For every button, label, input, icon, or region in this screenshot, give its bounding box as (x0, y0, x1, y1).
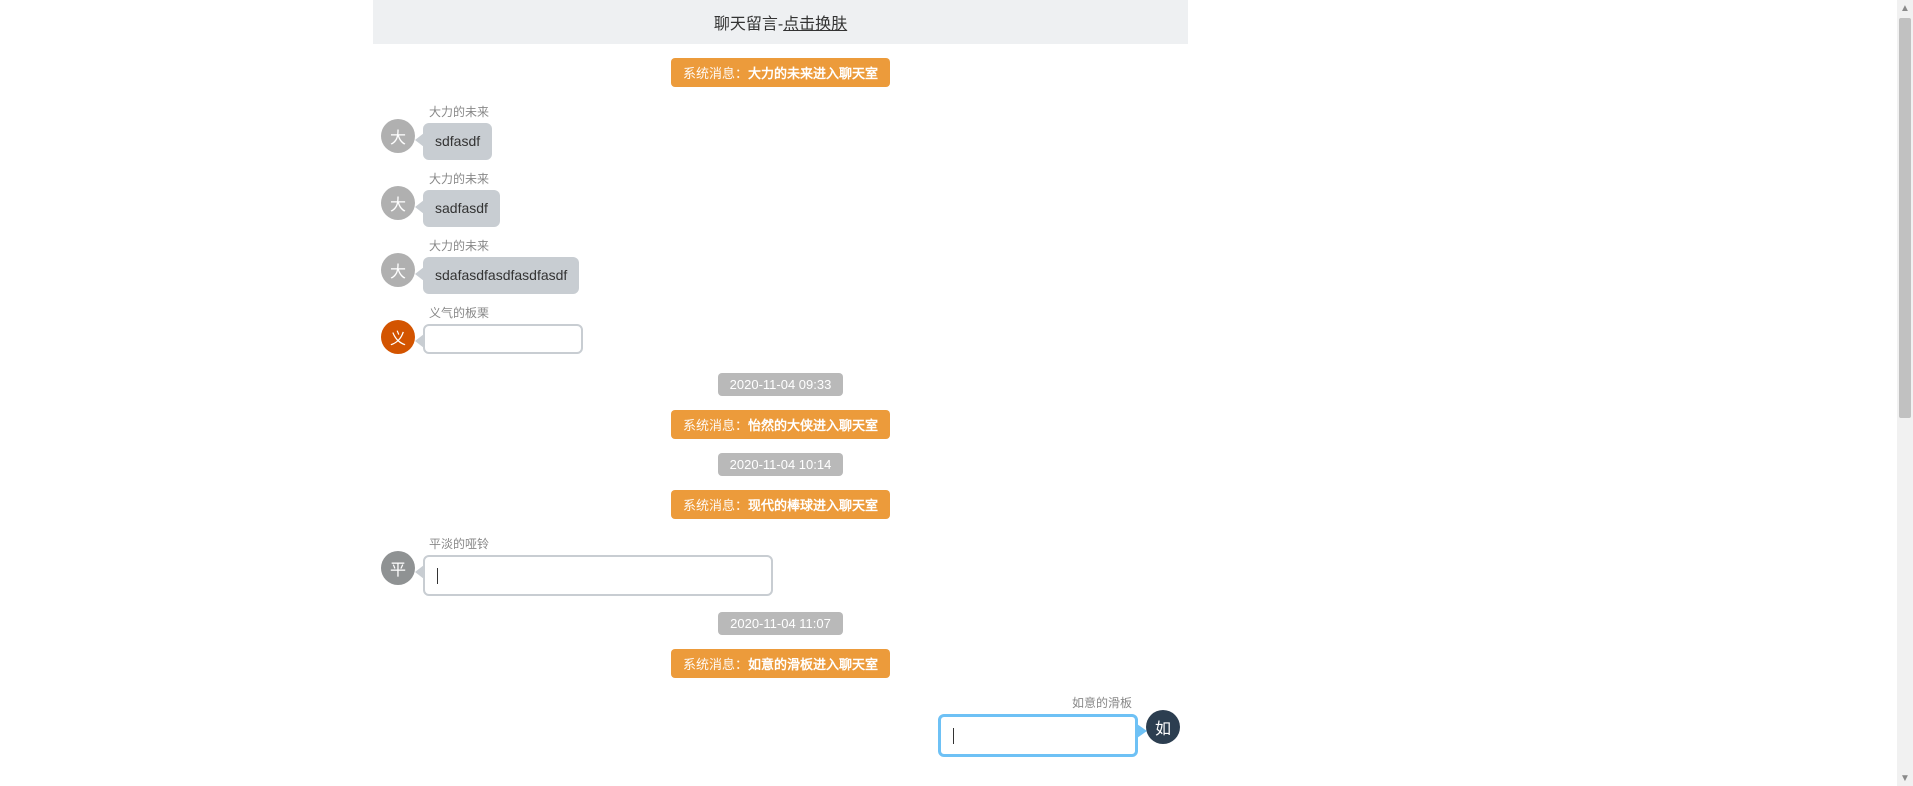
message-username: 平淡的哑铃 (423, 535, 773, 555)
message-row: 大大力的未来 sdafasdfasdfasdfasdf (373, 235, 1188, 296)
theme-switch-link[interactable]: 点击换肤 (783, 16, 847, 33)
message-username: 义气的板栗 (423, 304, 583, 324)
system-message: 系统消息大力的未来进入聊天室 (373, 58, 1188, 87)
message-bubble[interactable]: sdfasdf (423, 123, 492, 160)
message-bubble[interactable] (938, 714, 1138, 757)
page-scrollbar[interactable]: ▲ ▼ (1897, 0, 1913, 786)
avatar[interactable]: 义 (381, 320, 415, 354)
system-message: 系统消息怡然的大侠进入聊天室 (373, 410, 1188, 439)
message-row: 平平淡的哑铃 (373, 533, 1188, 598)
avatar[interactable]: 大 (381, 186, 415, 220)
message-username: 大力的未来 (423, 103, 495, 123)
timestamp: 2020-11-04 10:14 (373, 453, 1188, 476)
message-username: 大力的未来 (423, 237, 579, 257)
scroll-down-icon[interactable]: ▼ (1897, 770, 1913, 786)
timestamp-text: 2020-11-04 11:07 (718, 612, 843, 635)
message-row: 大大力的未来 sadfasdf (373, 168, 1188, 229)
message-bubble[interactable]: sadfasdf (423, 190, 500, 227)
system-message: 系统消息如意的滑板进入聊天室 (373, 649, 1188, 678)
chat-header: 聊天留言-点击换肤 (373, 0, 1188, 44)
avatar[interactable]: 大 (381, 119, 415, 153)
system-text: 现代的棒球进入聊天室 (748, 498, 878, 513)
scroll-up-icon[interactable]: ▲ (1897, 0, 1913, 16)
system-label: 系统消息 (683, 657, 748, 672)
message-row: 如如意的滑板 (373, 692, 1188, 759)
system-text: 如意的滑板进入聊天室 (748, 657, 878, 672)
timestamp: 2020-11-04 11:07 (373, 612, 1188, 635)
scroll-thumb[interactable] (1899, 18, 1911, 418)
message-bubble[interactable] (423, 555, 773, 596)
message-bubble[interactable] (423, 324, 583, 354)
message-row: 义义气的板栗 (373, 302, 1188, 359)
header-title: 聊天留言- (714, 16, 783, 33)
avatar[interactable]: 平 (381, 551, 415, 585)
system-label: 系统消息 (683, 418, 748, 433)
message-username: 如意的滑板 (938, 694, 1138, 714)
system-text: 怡然的大侠进入聊天室 (748, 418, 878, 433)
message-list[interactable]: 系统消息大力的未来进入聊天室大大力的未来sdfasdf大大力的未来sadfasd… (373, 58, 1188, 785)
avatar[interactable]: 大 (381, 253, 415, 287)
message-text: sdafasdfasdfasdfasdf (435, 267, 567, 283)
timestamp-text: 2020-11-04 10:14 (718, 453, 844, 476)
message-bubble[interactable]: sdafasdfasdfasdfasdf (423, 257, 579, 294)
message-username: 大力的未来 (423, 170, 500, 190)
chat-panel: 聊天留言-点击换肤 系统消息大力的未来进入聊天室大大力的未来sdfasdf大大力… (373, 0, 1188, 785)
system-text: 大力的未来进入聊天室 (748, 66, 878, 81)
system-message: 系统消息现代的棒球进入聊天室 (373, 490, 1188, 519)
message-row: 大大力的未来 sdfasdf (373, 101, 1188, 162)
system-label: 系统消息 (683, 66, 748, 81)
system-label: 系统消息 (683, 498, 748, 513)
message-text: sdfasdf (435, 133, 480, 149)
message-text: sadfasdf (435, 200, 488, 216)
timestamp: 2020-11-04 09:33 (373, 373, 1188, 396)
avatar[interactable]: 如 (1146, 710, 1180, 744)
timestamp-text: 2020-11-04 09:33 (718, 373, 844, 396)
